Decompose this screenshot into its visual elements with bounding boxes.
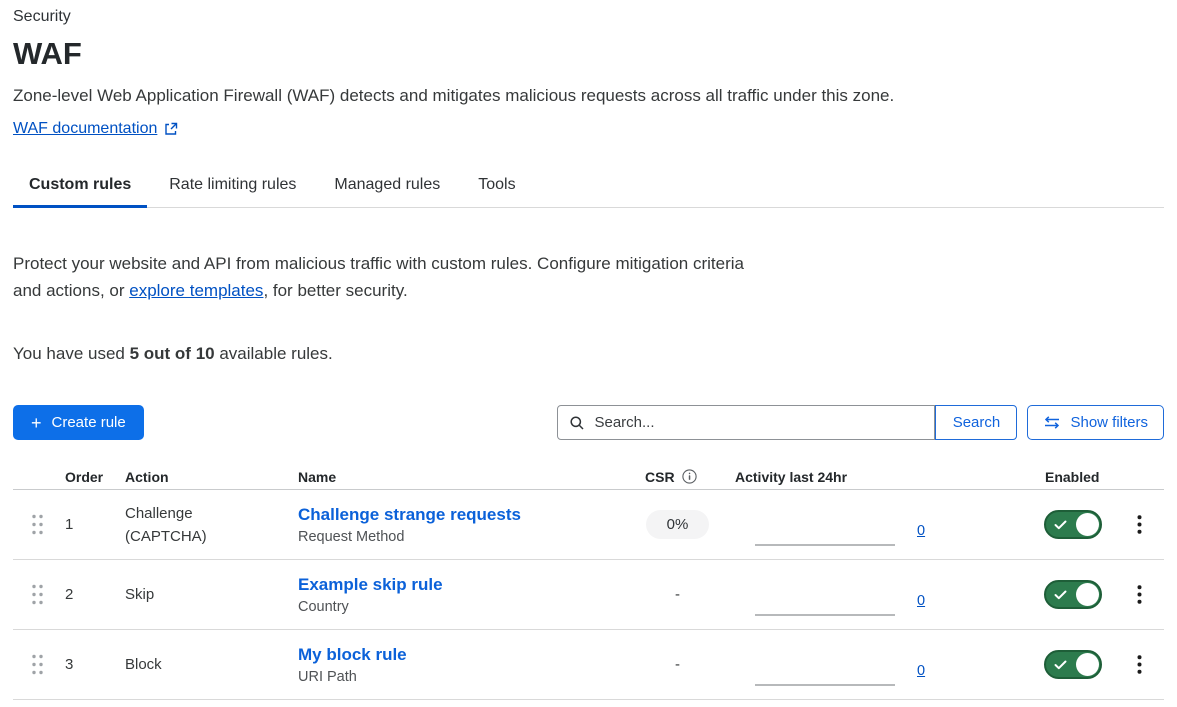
create-rule-button[interactable]: + Create rule	[13, 405, 144, 440]
external-link-icon	[164, 122, 178, 136]
show-filters-label: Show filters	[1070, 414, 1148, 431]
usage-suffix: available rules.	[215, 344, 333, 363]
header-csr: CSR	[645, 469, 675, 485]
explore-templates-link[interactable]: explore templates	[129, 281, 263, 300]
check-icon	[1054, 590, 1067, 600]
rule-name-link[interactable]: My block rule	[298, 645, 407, 665]
csr-value: -	[675, 656, 680, 673]
page-title: WAF	[13, 36, 1164, 72]
tab-bar: Custom rules Rate limiting rules Managed…	[13, 168, 1164, 208]
rules-table: Order Action Name CSR Activity last 24hr…	[13, 464, 1164, 700]
tab-tools[interactable]: Tools	[462, 168, 531, 207]
toggle-knob	[1076, 583, 1099, 606]
usage-text: You have used 5 out of 10 available rule…	[13, 344, 1164, 364]
kebab-menu-button[interactable]	[1131, 581, 1148, 608]
header-name: Name	[298, 469, 625, 485]
header-order: Order	[65, 469, 125, 485]
waf-documentation-link[interactable]: WAF documentation	[13, 120, 157, 138]
kebab-menu-button[interactable]	[1131, 511, 1148, 538]
csr-value: -	[675, 586, 680, 603]
enabled-toggle[interactable]	[1044, 580, 1102, 609]
activity-sparkline	[755, 544, 895, 546]
drag-handle-icon[interactable]	[30, 653, 45, 676]
tab-custom-rules[interactable]: Custom rules	[13, 168, 147, 207]
rule-order: 2	[65, 586, 125, 603]
rule-field: URI Path	[298, 669, 625, 685]
rule-order: 3	[65, 656, 125, 673]
activity-count-link[interactable]: 0	[917, 523, 925, 539]
rule-action: Challenge (CAPTCHA)	[125, 502, 298, 548]
header-activity: Activity last 24hr	[730, 469, 1030, 485]
activity-sparkline	[755, 684, 895, 686]
plus-icon: +	[31, 414, 42, 432]
toggle-knob	[1076, 653, 1099, 676]
toolbar: + Create rule Search	[13, 405, 1164, 440]
breadcrumb-security: Security	[13, 8, 1164, 26]
table-header-row: Order Action Name CSR Activity last 24hr…	[13, 464, 1164, 490]
rule-field: Country	[298, 599, 625, 615]
tab-rate-limiting-rules[interactable]: Rate limiting rules	[153, 168, 312, 207]
waf-page: Security WAF Zone-level Web Application …	[0, 0, 1177, 700]
header-enabled: Enabled	[1030, 469, 1115, 485]
rule-action: Skip	[125, 583, 298, 606]
table-row: 1 Challenge (CAPTCHA) Challenge strange …	[13, 490, 1164, 560]
kebab-menu-button[interactable]	[1131, 651, 1148, 678]
usage-count: 5 out of 10	[130, 344, 215, 363]
show-filters-button[interactable]: Show filters	[1027, 405, 1164, 440]
rule-order: 1	[65, 516, 125, 533]
table-row: 2 Skip Example skip rule Country - 0	[13, 560, 1164, 630]
drag-handle-icon[interactable]	[30, 513, 45, 536]
activity-count-link[interactable]: 0	[917, 663, 925, 679]
search-input[interactable]	[594, 414, 923, 431]
tab-managed-rules[interactable]: Managed rules	[318, 168, 456, 207]
rule-name-link[interactable]: Example skip rule	[298, 575, 443, 595]
enabled-toggle[interactable]	[1044, 510, 1102, 539]
page-description: Zone-level Web Application Firewall (WAF…	[13, 86, 1164, 106]
search-button[interactable]: Search	[935, 405, 1017, 440]
toggle-knob	[1076, 513, 1099, 536]
header-action: Action	[125, 469, 298, 485]
filters-icon	[1043, 416, 1061, 429]
rule-name-link[interactable]: Challenge strange requests	[298, 505, 521, 525]
info-icon[interactable]	[682, 469, 697, 484]
intro-after: , for better security.	[263, 281, 407, 300]
create-rule-label: Create rule	[52, 414, 126, 431]
intro-text: Protect your website and API from malici…	[13, 250, 758, 304]
check-icon	[1054, 520, 1067, 530]
search-icon	[569, 415, 585, 431]
activity-sparkline	[755, 614, 895, 616]
drag-handle-icon[interactable]	[30, 583, 45, 606]
search-box	[557, 405, 935, 440]
enabled-toggle[interactable]	[1044, 650, 1102, 679]
activity-count-link[interactable]: 0	[917, 593, 925, 609]
rule-action: Block	[125, 653, 298, 676]
csr-value: 0%	[646, 510, 710, 539]
usage-prefix: You have used	[13, 344, 130, 363]
rule-field: Request Method	[298, 529, 625, 545]
table-row: 3 Block My block rule URI Path - 0	[13, 630, 1164, 700]
check-icon	[1054, 660, 1067, 670]
